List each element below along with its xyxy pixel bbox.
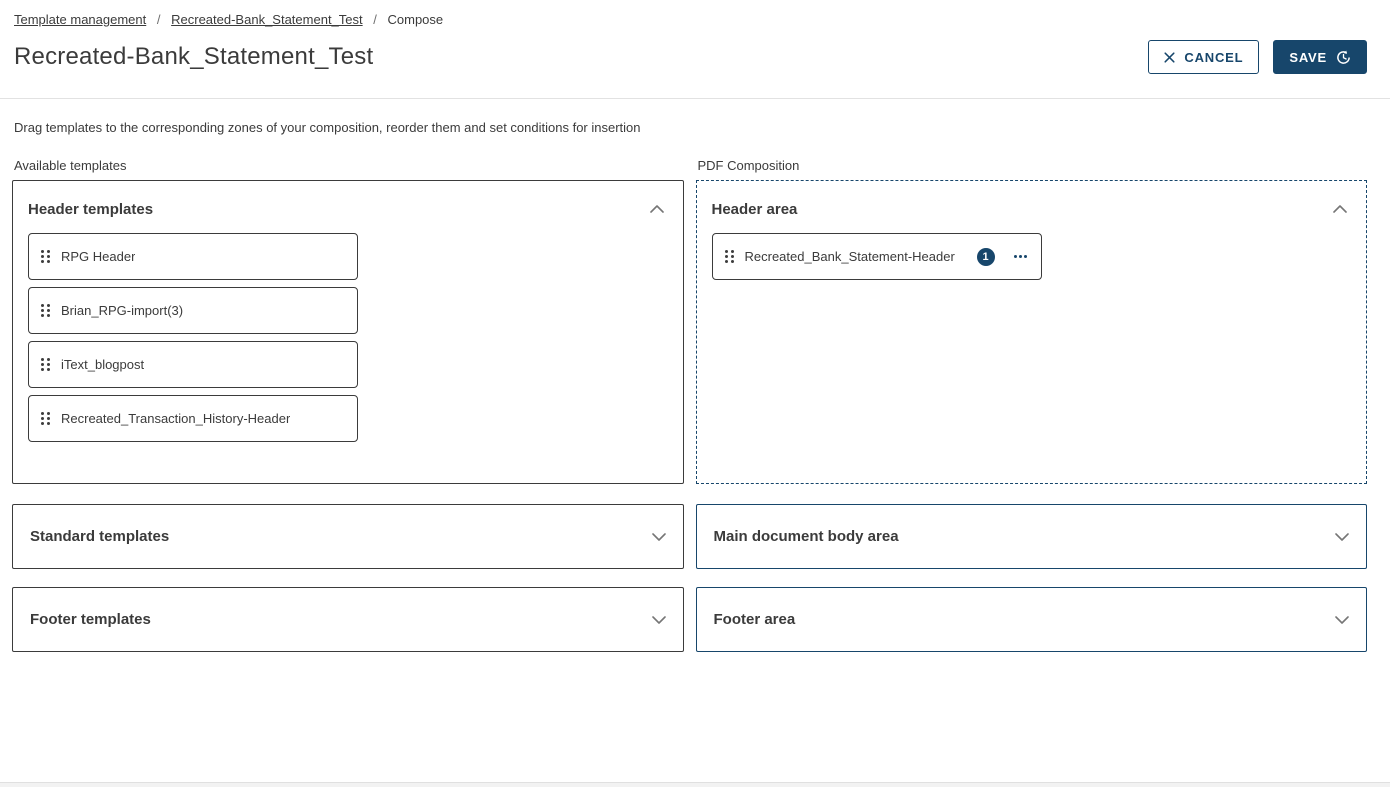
breadcrumb-template-name[interactable]: Recreated-Bank_Statement_Test xyxy=(171,12,363,27)
save-button[interactable]: SAVE xyxy=(1273,40,1367,74)
template-item-label: iText_blogpost xyxy=(61,357,144,372)
chevron-down-icon xyxy=(652,616,666,624)
composition-item-recreated-bank-statement-header[interactable]: Recreated_Bank_Statement-Header 1 xyxy=(712,233,1042,280)
template-item-itext-blogpost[interactable]: iText_blogpost xyxy=(28,341,358,388)
drag-handle-icon[interactable] xyxy=(41,412,50,425)
chevron-up-icon xyxy=(1333,205,1347,213)
footer-area-title: Footer area xyxy=(714,611,796,628)
drag-handle-icon[interactable] xyxy=(41,358,50,371)
header-actions: CANCEL SAVE xyxy=(1148,40,1367,74)
footer-area-section[interactable]: Footer area xyxy=(696,587,1368,652)
chevron-down-icon xyxy=(652,533,666,541)
breadcrumb-template-management[interactable]: Template management xyxy=(14,12,146,27)
header-templates-title: Header templates xyxy=(28,201,153,218)
ellipsis-icon[interactable] xyxy=(1012,251,1029,262)
chevron-down-icon xyxy=(1335,533,1349,541)
close-icon xyxy=(1164,52,1175,63)
page-header: Template management / Recreated-Bank_Sta… xyxy=(0,0,1390,99)
header-area-head[interactable]: Header area xyxy=(712,194,1352,224)
chevron-down-icon xyxy=(1335,616,1349,624)
save-button-label: SAVE xyxy=(1289,50,1327,65)
chevron-up-icon xyxy=(650,205,664,213)
header-area-collapse-button[interactable] xyxy=(1329,201,1351,217)
pdf-composition-label: PDF Composition xyxy=(698,158,1368,173)
template-item-brian-rpg-import[interactable]: Brian_RPG-import(3) xyxy=(28,287,358,334)
standard-templates-title: Standard templates xyxy=(30,528,169,545)
drag-handle-icon[interactable] xyxy=(41,304,50,317)
header-templates-list: RPG Header Brian_RPG-import(3) iText_blo… xyxy=(28,233,668,442)
available-templates-column: Available templates Header templates xyxy=(12,158,684,652)
header-templates-collapse-button[interactable] xyxy=(646,201,668,217)
drag-handle-icon[interactable] xyxy=(725,250,734,263)
instruction-text: Drag templates to the corresponding zone… xyxy=(14,120,1367,135)
header-templates-head[interactable]: Header templates xyxy=(28,194,668,224)
footer-templates-section[interactable]: Footer templates xyxy=(12,587,684,652)
main-document-body-area-section[interactable]: Main document body area xyxy=(696,504,1368,569)
header-area-title: Header area xyxy=(712,201,798,218)
standard-templates-section[interactable]: Standard templates xyxy=(12,504,684,569)
page-title: Recreated-Bank_Statement_Test xyxy=(14,43,373,71)
header-area-list: Recreated_Bank_Statement-Header 1 xyxy=(712,233,1352,280)
condition-count-badge: 1 xyxy=(977,248,995,266)
template-item-label: RPG Header xyxy=(61,249,135,264)
pdf-composition-column: PDF Composition Header area Re xyxy=(696,158,1368,652)
cancel-button-label: CANCEL xyxy=(1184,50,1243,65)
compose-page: Template management / Recreated-Bank_Sta… xyxy=(0,0,1390,787)
breadcrumb-separator: / xyxy=(157,12,161,27)
composition-item-label: Recreated_Bank_Statement-Header xyxy=(745,249,955,264)
drag-handle-icon[interactable] xyxy=(41,250,50,263)
breadcrumb-separator: / xyxy=(373,12,377,27)
breadcrumb-compose: Compose xyxy=(388,12,444,27)
header-templates-panel: Header templates RPG Header xyxy=(12,180,684,484)
template-item-rpg-header[interactable]: RPG Header xyxy=(28,233,358,280)
footer-templates-title: Footer templates xyxy=(30,611,151,628)
cancel-button[interactable]: CANCEL xyxy=(1148,40,1259,74)
template-item-label: Brian_RPG-import(3) xyxy=(61,303,183,318)
main-content: Drag templates to the corresponding zone… xyxy=(0,120,1390,652)
history-icon xyxy=(1336,50,1351,65)
available-templates-label: Available templates xyxy=(14,158,684,173)
main-document-body-area-title: Main document body area xyxy=(714,528,899,545)
header-area-panel: Header area Recreated_Bank_Statement-Hea… xyxy=(696,180,1368,484)
breadcrumb: Template management / Recreated-Bank_Sta… xyxy=(14,12,1367,27)
template-item-recreated-transaction-history-header[interactable]: Recreated_Transaction_History-Header xyxy=(28,395,358,442)
template-item-label: Recreated_Transaction_History-Header xyxy=(61,411,290,426)
horizontal-scrollbar[interactable] xyxy=(0,782,1390,787)
